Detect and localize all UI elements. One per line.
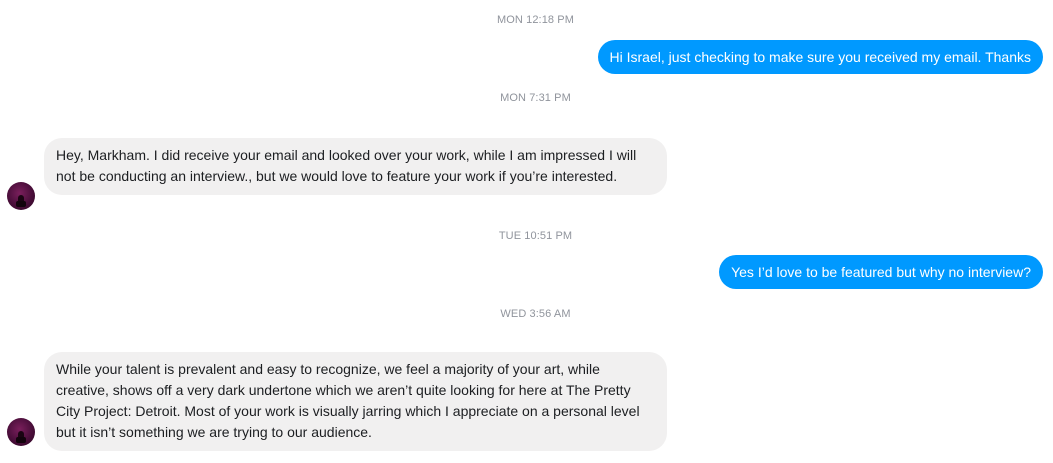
- incoming-message-bubble[interactable]: While your talent is prevalent and easy …: [44, 352, 667, 451]
- contact-avatar-icon[interactable]: [7, 182, 35, 210]
- timestamp: MON 7:31 PM: [500, 92, 571, 104]
- outgoing-message-bubble[interactable]: Yes I’d love to be featured but why no i…: [719, 255, 1043, 289]
- outgoing-message-bubble[interactable]: Hi Israel, just checking to make sure yo…: [597, 40, 1043, 74]
- contact-avatar-icon[interactable]: [7, 418, 35, 446]
- timestamp: MON 12:18 PM: [496, 14, 574, 26]
- message-thread: MON 12:18 PM Hi Israel, just checking to…: [0, 0, 1053, 463]
- timestamp: WED 3:56 AM: [500, 308, 571, 320]
- timestamp: TUE 10:51 PM: [498, 230, 573, 242]
- incoming-message-bubble[interactable]: Hey, Markham. I did receive your email a…: [44, 138, 667, 195]
